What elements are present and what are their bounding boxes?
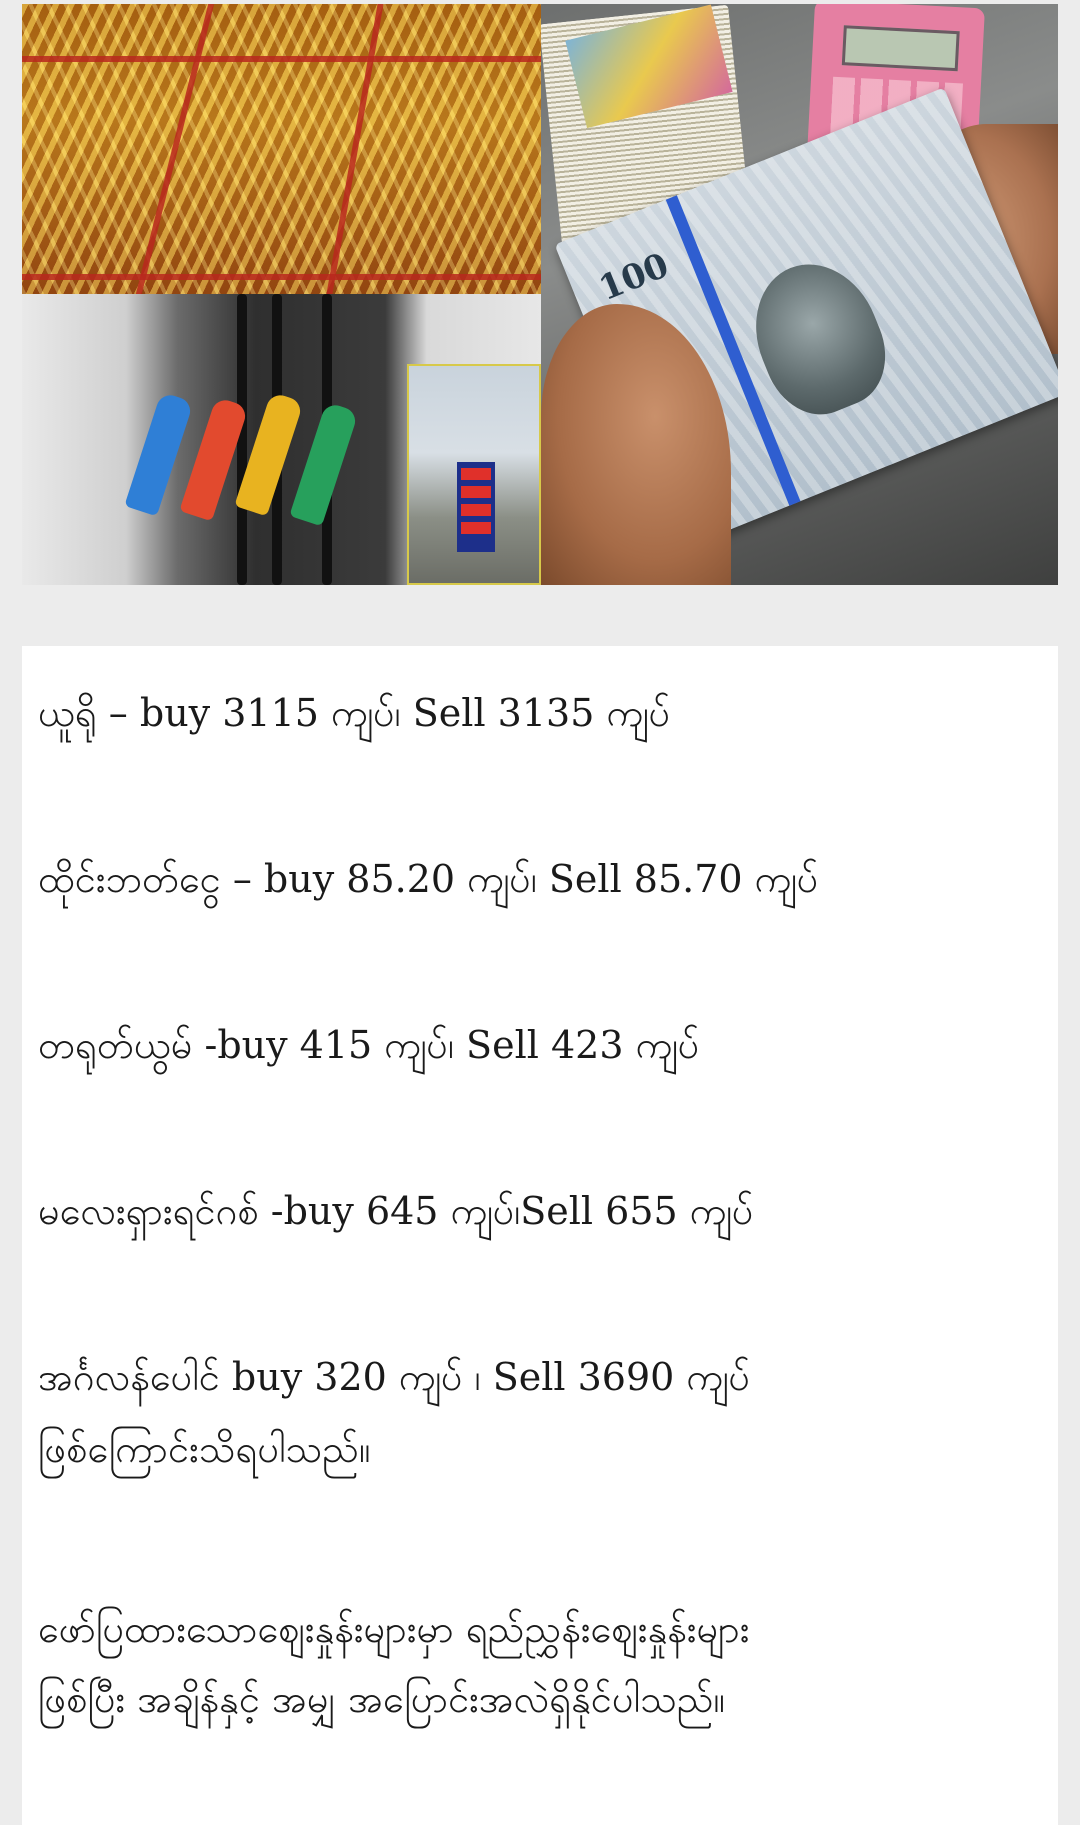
exchange-rate-article: ယူရို – buy 3115 ကျပ်၊ Sell 3135 ကျပ် ထိ… <box>22 646 1058 1825</box>
disclaimer-line-1: ဖော်ပြထားသောဈေးနှုန်းများမှာ ရည်ညွှန်းဈေ… <box>38 1607 750 1651</box>
fuel-price-sign <box>457 462 495 552</box>
rate-line-thai-baht: ထိုင်းဘတ်ငွေ – buy 85.20 ကျပ်၊ Sell 85.7… <box>38 857 819 901</box>
rate-line-chinese-yuan: တရုတ်ယွမ် -buy 415 ကျပ်၊ Sell 423 ကျပ် <box>38 1023 700 1067</box>
gold-jewelry-image <box>22 4 541 294</box>
closing-line: ဖြစ်ကြောင်းသိရပါသည်။ <box>38 1427 371 1471</box>
gas-station-inset-image <box>407 364 541 585</box>
bill-denomination: 100 <box>593 245 675 310</box>
rate-line-malaysian-ringgit: မလေးရှားရင်ဂစ် -buy 645 ကျပ်၊Sell 655 ကျ… <box>38 1189 754 1233</box>
disclaimer-line-2: ဖြစ်ပြီး အချိန်နှင့် အမျှ အပြောင်းအလဲရှိ… <box>38 1677 726 1721</box>
fuel-pump-image <box>22 294 541 585</box>
article-page: 100 ယူရို – buy 3115 ကျပ်၊ Sell 3135 ကျပ… <box>0 0 1080 1825</box>
rate-line-euro: ယူရို – buy 3115 ကျပ်၊ Sell 3135 ကျပ် <box>38 691 671 735</box>
rate-line-british-pound: အင်္ဂလန်ပေါင် buy 320 ကျပ် ၊ Sell 3690 က… <box>38 1355 751 1399</box>
currency-exchange-image: 100 <box>541 4 1058 585</box>
news-header-collage: 100 <box>22 4 1058 585</box>
